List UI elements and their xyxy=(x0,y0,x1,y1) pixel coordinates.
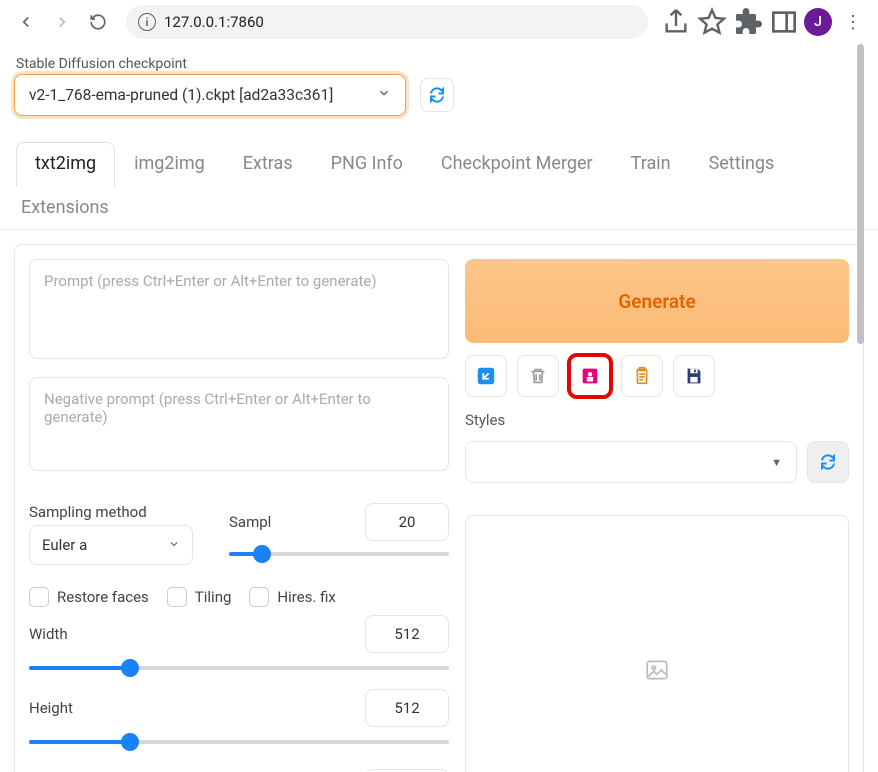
tab-txt2img[interactable]: txt2img xyxy=(16,142,115,187)
sampling-method-select[interactable]: Euler a xyxy=(29,525,193,565)
hires-fix-checkbox[interactable]: Hires. fix xyxy=(249,587,335,607)
sampling-steps-slider[interactable] xyxy=(229,545,449,563)
tab-pnginfo[interactable]: PNG Info xyxy=(312,142,422,187)
height-input[interactable] xyxy=(365,689,449,727)
sampling-method-label: Sampling method xyxy=(29,503,209,521)
clipboard-tool-button[interactable] xyxy=(621,355,663,397)
site-info-icon[interactable]: i xyxy=(138,13,156,31)
width-label: Width xyxy=(29,625,68,643)
show-extra-networks-button[interactable] xyxy=(569,355,611,397)
checkpoint-label: Stable Diffusion checkpoint xyxy=(0,44,878,74)
url-bar[interactable]: i 127.0.0.1:7860 xyxy=(126,5,648,39)
reload-button[interactable] xyxy=(82,6,114,38)
back-button[interactable] xyxy=(10,6,42,38)
url-text: 127.0.0.1:7860 xyxy=(164,13,264,31)
star-icon[interactable] xyxy=(696,6,728,38)
main-tabs: txt2img img2img Extras PNG Info Checkpoi… xyxy=(0,116,878,230)
styles-refresh-button[interactable] xyxy=(807,441,849,483)
scrollbar[interactable] xyxy=(857,44,864,344)
tab-settings[interactable]: Settings xyxy=(690,142,794,187)
height-label: Height xyxy=(29,699,73,717)
sampling-steps-input[interactable] xyxy=(365,503,449,541)
forward-button[interactable] xyxy=(46,6,78,38)
negative-prompt-input[interactable] xyxy=(29,377,449,471)
styles-select[interactable]: ▼ xyxy=(465,441,797,483)
arrow-tool-button[interactable] xyxy=(465,355,507,397)
tab-extras[interactable]: Extras xyxy=(224,142,312,187)
height-slider[interactable] xyxy=(29,733,449,751)
checkpoint-value: v2-1_768-ema-pruned (1).ckpt [ad2a33c361… xyxy=(29,86,333,104)
trash-tool-button[interactable] xyxy=(517,355,559,397)
output-preview xyxy=(465,515,849,772)
share-icon[interactable] xyxy=(660,6,692,38)
chevron-down-icon xyxy=(168,536,180,554)
chevron-down-icon xyxy=(377,86,391,104)
kebab-menu-icon[interactable]: ⋮ xyxy=(836,6,868,38)
image-placeholder-icon xyxy=(644,657,670,683)
txt2img-panel: Sampling method Euler a Sampl xyxy=(14,244,864,772)
triangle-down-icon: ▼ xyxy=(771,456,782,469)
restore-faces-checkbox[interactable]: Restore faces xyxy=(29,587,149,607)
checkpoint-select[interactable]: v2-1_768-ema-pruned (1).ckpt [ad2a33c361… xyxy=(14,74,406,116)
prompt-input[interactable] xyxy=(29,259,449,359)
save-tool-button[interactable] xyxy=(673,355,715,397)
tool-row xyxy=(465,355,849,397)
page-content: Stable Diffusion checkpoint v2-1_768-ema… xyxy=(0,44,878,772)
width-slider[interactable] xyxy=(29,659,449,677)
tab-ckptmerger[interactable]: Checkpoint Merger xyxy=(422,142,612,187)
sidepanel-icon[interactable] xyxy=(768,6,800,38)
generate-button[interactable]: Generate xyxy=(465,259,849,343)
width-input[interactable] xyxy=(365,615,449,653)
tiling-checkbox[interactable]: Tiling xyxy=(167,587,232,607)
tab-extensions[interactable]: Extensions xyxy=(16,186,128,230)
styles-label: Styles xyxy=(465,411,849,429)
checkpoint-refresh-button[interactable] xyxy=(420,78,454,112)
tab-img2img[interactable]: img2img xyxy=(115,142,224,187)
extensions-icon[interactable] xyxy=(732,6,764,38)
profile-avatar[interactable]: J xyxy=(804,8,832,36)
tab-train[interactable]: Train xyxy=(612,142,690,187)
sampling-steps-label: Sampl xyxy=(229,513,281,531)
browser-toolbar: i 127.0.0.1:7860 J ⋮ xyxy=(0,0,878,44)
